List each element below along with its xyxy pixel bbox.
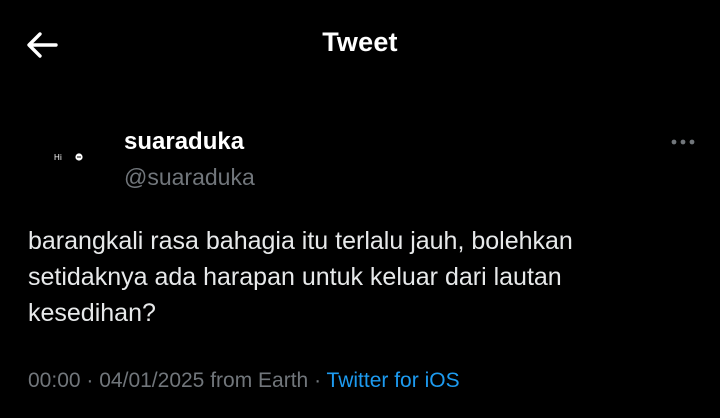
page-title: Tweet bbox=[322, 27, 398, 57]
avatar[interactable]: H i bbox=[52, 142, 92, 172]
svg-text:i: i bbox=[60, 153, 62, 162]
tweet-date: 04/01/2025 bbox=[99, 369, 205, 392]
avatar-logo-icon: H i bbox=[54, 153, 83, 162]
meta-separator: · bbox=[314, 369, 322, 392]
tweet-source-link[interactable]: Twitter for iOS bbox=[327, 369, 460, 392]
more-horizontal-icon bbox=[671, 139, 695, 145]
more-options-button[interactable] bbox=[668, 132, 698, 152]
tweet-time: 00:00 bbox=[28, 369, 81, 392]
tweet-location: from Earth bbox=[210, 369, 309, 392]
tweet-text: barangkali rasa bahagia itu terlalu jauh… bbox=[28, 227, 573, 327]
user-handle[interactable]: @suaraduka bbox=[124, 164, 255, 191]
tweet-metadata: 00:00 · 04/01/2025 from Earth · Twitter … bbox=[28, 369, 460, 393]
meta-separator: · bbox=[86, 369, 94, 392]
top-bar: Tweet bbox=[0, 0, 720, 92]
display-name[interactable]: suaraduka bbox=[124, 128, 244, 156]
tweet-author: H i suaraduka @suaraduka bbox=[40, 118, 700, 198]
